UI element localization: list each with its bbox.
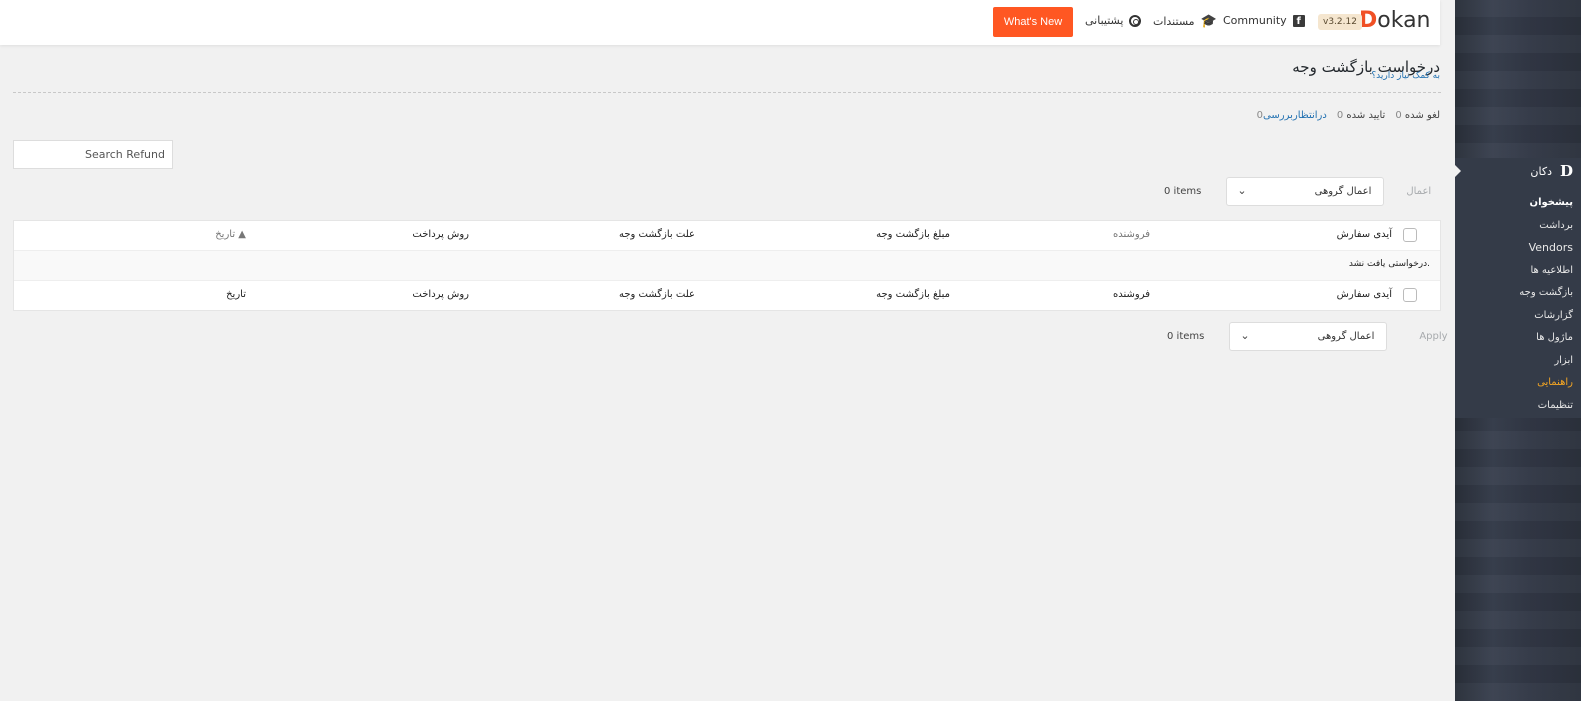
foot-col-order-id: آیدی سفارش [1336,289,1392,300]
docs-label: مستندات [1153,15,1195,28]
top-apply-button[interactable]: اعمال [1406,186,1431,197]
foot-col-method: روش پرداخت [412,289,469,300]
col-method: روش پرداخت [412,229,469,240]
top-bulk-select[interactable]: ⌄ اعمال گروهی [1226,177,1385,206]
select-all-checkbox-footer[interactable] [1403,288,1417,302]
sidebar-item-withdraw[interactable]: برداشت [1519,215,1573,238]
col-vendor: فروشنده [1112,229,1150,240]
help-link[interactable]: به کمک نیاز دارید؟ [1371,71,1440,81]
filter-pending-label: درانتظاربررسی [1263,110,1327,121]
facebook-icon: f [1292,14,1305,27]
foot-col-amount: مبلغ بازگشت وجه [876,289,950,300]
col-amount: مبلغ بازگشت وجه [876,229,950,240]
bottom-bulk-select-label: اعمال گروهی [1317,331,1375,342]
foot-col-vendor: فروشنده [1112,289,1150,300]
sidebar-item-vendors[interactable]: Vendors [1519,237,1573,260]
top-bulk-actions: 0 items ⌄ اعمال گروهی اعمال [1164,177,1431,206]
dokan-submenu: دکان D پیشخوان برداشت Vendors اطلاعیه ها… [1455,158,1581,418]
filter-approved-count: 0 [1336,110,1344,121]
sidebar-item-settings[interactable]: تنظیمات [1519,395,1573,418]
chevron-down-icon: ⌄ [1237,184,1247,197]
col-date-sortable[interactable]: تاریخ ▲ [215,229,246,240]
filter-cancelled[interactable]: لغو شده 0 [1395,110,1440,121]
sort-arrow-icon: ▲ [238,229,246,240]
table-footer-row: آیدی سفارش فروشنده مبلغ بازگشت وجه علت ب… [14,281,1440,310]
logo-text: okan [1377,8,1431,33]
sidebar-item-refunds[interactable]: بازگشت وجه [1519,282,1573,305]
dokan-logo-icon: D [1559,162,1573,180]
top-bulk-select-label: اعمال گروهی [1314,186,1372,197]
chevron-down-icon: ⌄ [1240,329,1250,342]
bottom-bulk-actions: 0 items ⌄ اعمال گروهی Apply [1167,322,1448,351]
graduation-cap-icon: 🎓 [1200,14,1217,29]
empty-row: درخواستی یافت نشد. [14,251,1440,281]
docs-link[interactable]: مستندات 🎓 [1153,14,1217,29]
community-label: Community [1223,14,1287,27]
sidebar-item-reports[interactable]: گزارشات [1519,305,1573,328]
col-order-id: آیدی سفارش [1336,229,1392,240]
top-items-count: 0 items [1164,186,1202,197]
submenu-header[interactable]: دکان D [1530,162,1573,180]
foot-col-date: تاریخ [226,289,246,300]
search-refund-input[interactable] [13,140,173,169]
sidebar-item-modules[interactable]: ماژول ها [1519,327,1573,350]
submenu-items: پیشخوان برداشت Vendors اطلاعیه ها بازگشت… [1519,192,1573,417]
bottom-apply-button[interactable]: Apply [1419,331,1447,342]
filter-pending[interactable]: درانتظاربررسی0 [1257,110,1327,121]
sidebar-item-announcements[interactable]: اطلاعیه ها [1519,260,1573,283]
filter-approved-label: تایید شده [1346,110,1386,121]
submenu-brand-label: دکان [1530,164,1552,178]
refund-table: آیدی سفارش فروشنده مبلغ بازگشت وجه علت ب… [13,220,1441,311]
life-ring-icon [1129,14,1142,27]
sidebar-item-dashboard[interactable]: پیشخوان [1519,192,1573,215]
community-link[interactable]: Community f [1223,14,1305,27]
filter-cancelled-label: لغو شده [1404,110,1440,121]
sidebar-item-help[interactable]: راهنمایی [1519,372,1573,395]
support-link[interactable]: پشتیبانی [1085,14,1142,27]
select-all-checkbox[interactable] [1403,228,1417,242]
empty-message: درخواستی یافت نشد. [1348,259,1430,269]
title-divider [13,92,1441,93]
sidebar-item-tools[interactable]: ابزار [1519,350,1573,373]
filter-cancelled-count: 0 [1395,110,1402,121]
foot-col-reason: علت بازگشت وجه [619,289,695,300]
filter-approved[interactable]: تایید شده 0 [1337,110,1386,121]
whats-new-button[interactable]: What's New [993,7,1073,37]
dokan-header-bar: Dokan v3.2.12 Community f مستندات 🎓 پشتی… [0,0,1440,45]
bottom-bulk-select[interactable]: ⌄ اعمال گروهی [1229,322,1388,351]
dokan-logo[interactable]: Dokan [1359,8,1431,33]
submenu-pointer [1455,165,1461,177]
bottom-items-count: 0 items [1167,331,1205,342]
support-label: پشتیبانی [1085,14,1124,27]
col-date-label: تاریخ [215,229,236,240]
status-filters: درانتظاربررسی0 تایید شده 0 لغو شده 0 [1257,110,1440,121]
table-header-row: آیدی سفارش فروشنده مبلغ بازگشت وجه علت ب… [14,221,1440,251]
col-reason: علت بازگشت وجه [619,229,695,240]
version-badge: v3.2.12 [1318,14,1362,30]
